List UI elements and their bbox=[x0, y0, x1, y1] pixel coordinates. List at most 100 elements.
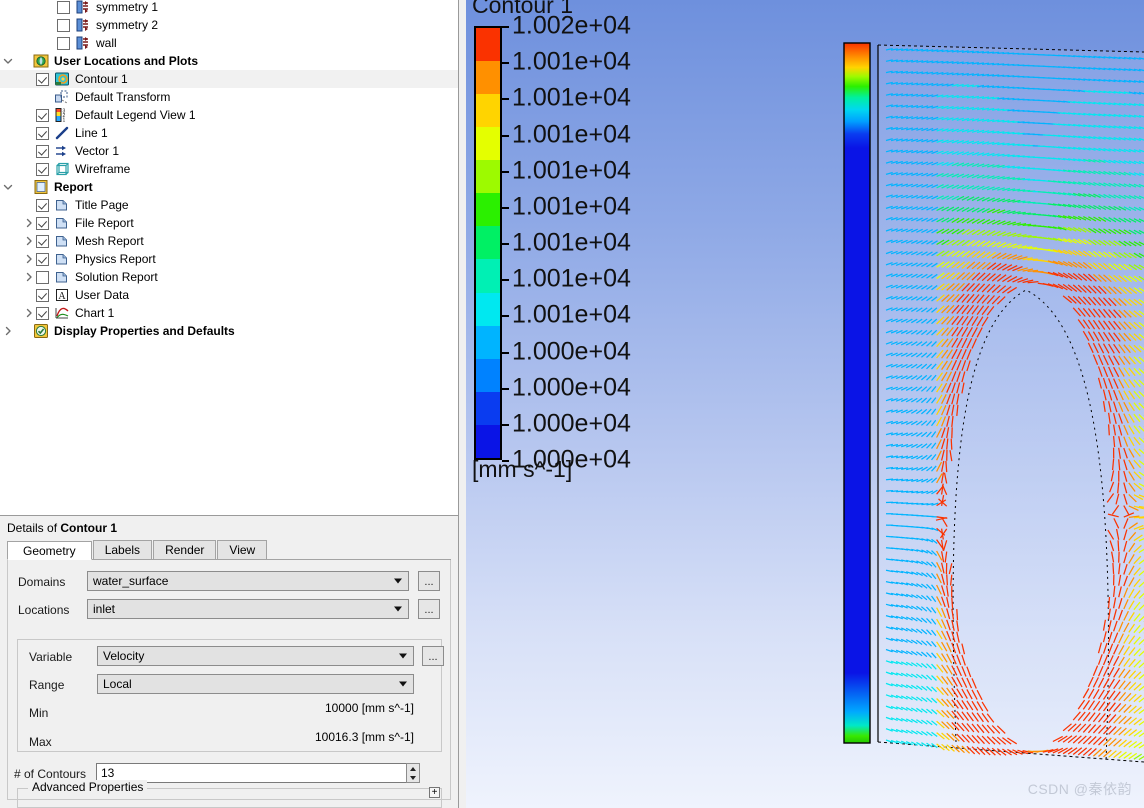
stepper-down-button[interactable] bbox=[407, 773, 419, 782]
tree-item-file-report[interactable]: File Report bbox=[0, 214, 458, 232]
variable-browse-button[interactable]: ... bbox=[422, 646, 444, 666]
tree-item-label: Display Properties and Defaults bbox=[54, 324, 235, 338]
chevron-right-icon[interactable] bbox=[0, 322, 15, 340]
tree-item-physics-report[interactable]: Physics Report bbox=[0, 250, 458, 268]
tree-item-wall[interactable]: wall bbox=[0, 34, 458, 52]
tree-item-symmetry-1[interactable]: symmetry 1 bbox=[0, 0, 458, 16]
tree-item-label: Mesh Report bbox=[75, 234, 144, 248]
tree-expander-placeholder bbox=[42, 16, 57, 34]
chevron-right-icon[interactable] bbox=[21, 250, 36, 268]
tree-item-checkbox[interactable] bbox=[36, 144, 49, 158]
tree-item-label: User Data bbox=[75, 288, 130, 302]
range-value: Local bbox=[103, 677, 132, 691]
colorbar-segment bbox=[476, 292, 500, 326]
domains-browse-button[interactable]: ... bbox=[418, 571, 440, 591]
variable-combo[interactable]: Velocity bbox=[97, 646, 414, 666]
advanced-properties-expand-button[interactable]: + bbox=[429, 787, 440, 798]
tree-item-report[interactable]: Report bbox=[0, 178, 458, 196]
colorbar-tick bbox=[502, 62, 509, 65]
tree-item-checkbox[interactable] bbox=[36, 72, 49, 86]
user-locations-icon bbox=[32, 53, 49, 69]
max-value: 10016.3 [mm s^-1] bbox=[314, 730, 414, 744]
tree-item-solution-report[interactable]: Solution Report bbox=[0, 268, 458, 286]
tree-item-checkbox[interactable] bbox=[36, 288, 49, 302]
variable-value: Velocity bbox=[103, 649, 145, 663]
tree-item-checkbox[interactable] bbox=[36, 252, 49, 266]
tree-item-checkbox[interactable] bbox=[36, 108, 49, 122]
tree-item-default-legend-view-1[interactable]: 3 2 1 Default Legend View 1 bbox=[0, 106, 458, 124]
watermark: CSDN @秦依韵 bbox=[1027, 781, 1132, 797]
caret-down-icon bbox=[410, 775, 416, 780]
tree-item-symmetry-2[interactable]: symmetry 2 bbox=[0, 16, 458, 34]
tree-item-chart-1[interactable]: Chart 1 bbox=[0, 304, 458, 322]
colorbar-tick-label: 1.001e+04 bbox=[512, 264, 631, 293]
tree-item-line-1[interactable]: Line 1 bbox=[0, 124, 458, 142]
tree-item-checkbox[interactable] bbox=[36, 270, 49, 284]
colorbar-tick-label: 1.001e+04 bbox=[512, 192, 631, 221]
chevron-down-icon bbox=[394, 606, 402, 612]
tree-item-checkbox[interactable] bbox=[36, 306, 49, 320]
colorbar-tick bbox=[502, 279, 509, 282]
tab-geometry[interactable]: Geometry bbox=[7, 541, 92, 560]
report-icon bbox=[32, 179, 49, 195]
domains-value: water_surface bbox=[93, 574, 169, 588]
tree-item-checkbox[interactable] bbox=[57, 18, 70, 32]
domains-combo[interactable]: water_surface bbox=[87, 571, 409, 591]
colorbar-segment bbox=[476, 358, 500, 392]
boundary-icon bbox=[74, 35, 91, 51]
tree-item-mesh-report[interactable]: Mesh Report bbox=[0, 232, 458, 250]
user-data-icon: A bbox=[53, 287, 70, 303]
colorbar-tick bbox=[502, 243, 509, 245]
tree-item-wireframe[interactable]: Wireframe bbox=[0, 160, 458, 178]
cfd-post-window: symmetry 1 symmetry 2 wall User Locations a… bbox=[0, 0, 1144, 808]
variable-label: Variable bbox=[29, 650, 73, 664]
tree-item-contour-1[interactable]: Contour 1 bbox=[0, 70, 458, 88]
locations-browse-button[interactable]: ... bbox=[418, 599, 440, 619]
tree-item-vector-1[interactable]: Vector 1 bbox=[0, 142, 458, 160]
colorbar-segment bbox=[476, 160, 500, 194]
tree-item-user-data[interactable]: A User Data bbox=[0, 286, 458, 304]
tree-item-user-locations-and-plots[interactable]: User Locations and Plots bbox=[0, 52, 458, 70]
locations-combo[interactable]: inlet bbox=[87, 599, 409, 619]
contours-stepper[interactable] bbox=[406, 763, 420, 783]
tree-item-checkbox[interactable] bbox=[36, 234, 49, 248]
outline-tree-panel[interactable]: symmetry 1 symmetry 2 wall User Locations a… bbox=[0, 0, 459, 516]
chevron-right-icon[interactable] bbox=[21, 304, 36, 322]
tree-item-label: Wireframe bbox=[75, 162, 131, 176]
tab-labels[interactable]: Labels bbox=[92, 540, 153, 559]
tree-item-default-transform[interactable]: Default Transform bbox=[0, 88, 458, 106]
tree-item-checkbox[interactable] bbox=[57, 36, 70, 50]
tab-render[interactable]: Render bbox=[153, 540, 217, 559]
tree-item-checkbox[interactable] bbox=[57, 0, 70, 14]
tree-item-title-page[interactable]: Title Page bbox=[0, 196, 458, 214]
colorbar-tick bbox=[502, 387, 509, 390]
report-page-icon bbox=[53, 269, 70, 285]
tab-view[interactable]: View bbox=[217, 540, 268, 559]
svg-text:A: A bbox=[58, 291, 66, 302]
tree-item-checkbox[interactable] bbox=[36, 162, 49, 176]
tree-item-checkbox[interactable] bbox=[36, 198, 49, 212]
chevron-right-icon[interactable] bbox=[21, 268, 36, 286]
chevron-down-icon[interactable] bbox=[0, 178, 15, 196]
range-label: Range bbox=[29, 678, 65, 692]
range-combo[interactable]: Local bbox=[97, 674, 414, 694]
tree-expander-placeholder bbox=[21, 124, 36, 142]
colorbar-segment bbox=[476, 28, 500, 62]
colorbar-segment bbox=[476, 61, 500, 95]
report-page-icon bbox=[53, 251, 70, 267]
tree-item-display-properties-and-defaults[interactable]: Display Properties and Defaults bbox=[0, 322, 458, 340]
chevron-right-icon[interactable] bbox=[21, 232, 36, 250]
colorbar-tick-label: 1.001e+04 bbox=[512, 300, 631, 329]
colorbar-tick-label: 1.002e+04 bbox=[512, 11, 631, 40]
tree-item-label: symmetry 1 bbox=[96, 0, 159, 14]
tree-item-label: wall bbox=[96, 36, 117, 50]
chevron-right-icon[interactable] bbox=[21, 214, 36, 232]
tree-item-checkbox[interactable] bbox=[36, 216, 49, 230]
tree-item-checkbox[interactable] bbox=[36, 126, 49, 140]
vector-icon bbox=[53, 143, 70, 159]
details-panel: Details of Contour 1 Geometry Labels Rende… bbox=[0, 516, 459, 808]
chevron-down-icon[interactable] bbox=[0, 52, 15, 70]
stepper-up-button[interactable] bbox=[407, 764, 419, 773]
3d-viewport[interactable]: Contour 1 1.002e+04 1.001e+04 1.001e+04 1.0… bbox=[466, 0, 1144, 808]
colorbar-tick-label: 1.000e+04 bbox=[512, 409, 631, 438]
